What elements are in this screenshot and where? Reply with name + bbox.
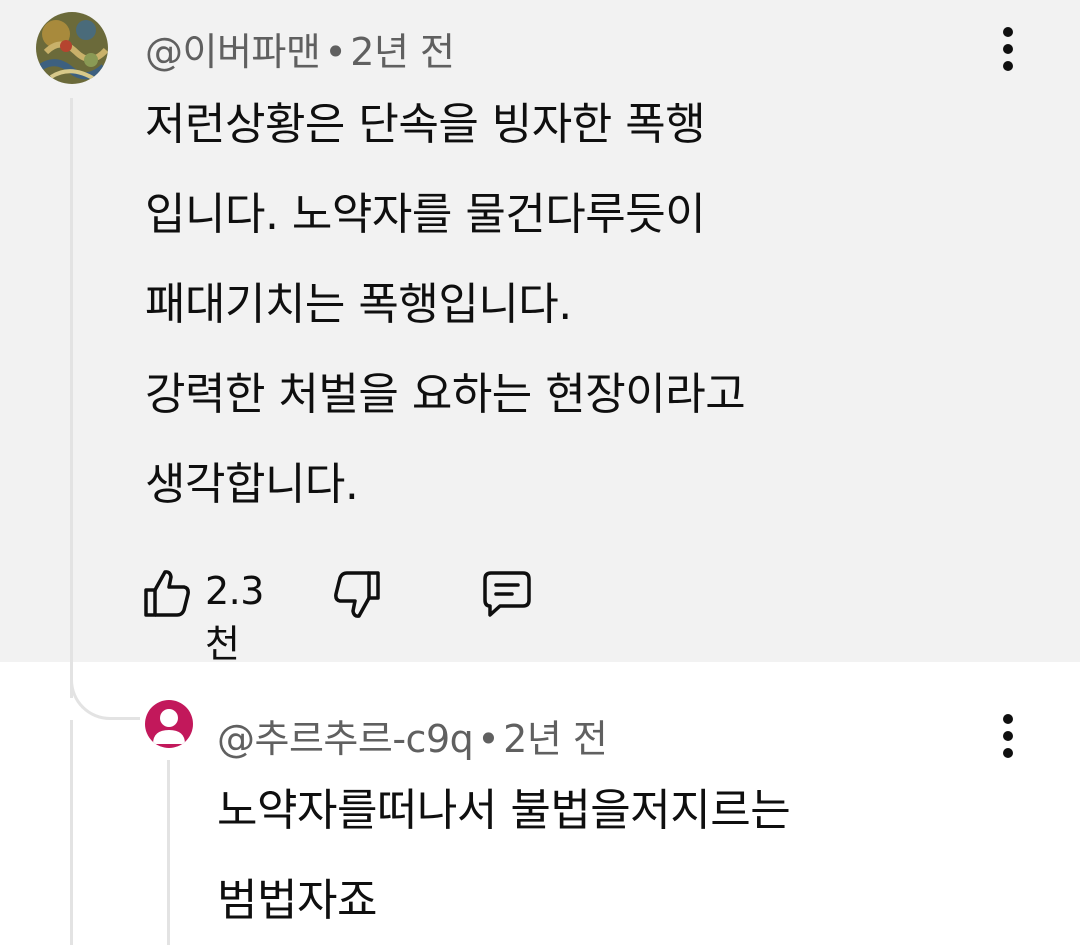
thread-line: [70, 98, 73, 698]
comment-text: 저런상황은 단속을 빙자한 폭행 입니다. 노약자를 물건다루듯이 패대기치는 …: [145, 99, 746, 510]
reply-thread-line: [167, 760, 170, 945]
thread-connector: [70, 662, 140, 720]
more-vert-icon[interactable]: [998, 27, 1018, 71]
reply-text: 노약자를떠나서 불법을저지르는 범법자죠: [217, 785, 791, 926]
comment-meta: @이버파맨 • 2년 전: [145, 21, 455, 76]
dragon-avatar-image: [36, 12, 108, 84]
reply-author[interactable]: @추르추르-c9q: [217, 717, 474, 761]
comment-icon[interactable]: [482, 570, 532, 618]
reply-time: 2년 전: [503, 717, 608, 761]
comment-time: 2년 전: [350, 30, 455, 74]
comment-author[interactable]: @이버파맨: [145, 30, 321, 74]
meta-separator: •: [477, 717, 500, 761]
thumbs-down-icon[interactable]: [333, 570, 381, 620]
more-vert-icon[interactable]: [998, 714, 1018, 758]
reply-meta: @추르추르-c9q • 2년 전: [217, 708, 608, 763]
avatar[interactable]: [36, 12, 108, 84]
default-user-avatar-icon: [153, 709, 185, 744]
meta-separator: •: [324, 30, 347, 74]
like-count: 2.3천: [205, 569, 264, 666]
thread-line-continued: [70, 720, 73, 945]
reply-avatar[interactable]: [145, 700, 193, 748]
thumbs-up-icon[interactable]: [143, 568, 191, 618]
